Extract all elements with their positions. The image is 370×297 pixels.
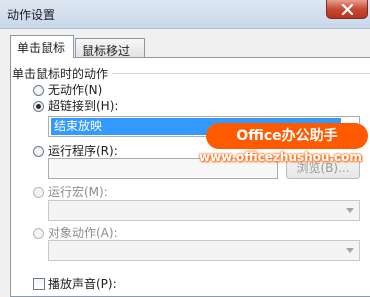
group-divider — [112, 73, 370, 74]
object-action-select[interactable] — [48, 240, 360, 261]
object-action-dropdown-arrow[interactable] — [343, 242, 358, 259]
tab-label: 单击鼠标 — [17, 41, 66, 55]
tab-mouse-over[interactable]: 鼠标移过 — [75, 38, 145, 58]
chevron-down-icon — [346, 208, 354, 213]
radio-object-action[interactable] — [33, 228, 44, 239]
run-macro-select[interactable] — [48, 200, 360, 221]
window-title: 动作设置 — [7, 8, 56, 22]
close-button[interactable] — [326, 0, 368, 19]
close-icon — [341, 4, 354, 15]
watermark-badge: Office办公助手 — [206, 123, 368, 149]
run-macro-dropdown-arrow[interactable] — [343, 202, 358, 219]
radio-run-program[interactable] — [33, 146, 44, 157]
radio-no-action-label: 无动作(N) — [48, 83, 103, 97]
play-sound-checkbox[interactable] — [33, 278, 45, 290]
radio-hyperlink[interactable] — [33, 101, 44, 112]
radio-hyperlink-label: 超链接到(H): — [48, 99, 119, 113]
tab-label: 鼠标移过 — [82, 44, 131, 58]
watermark-url: www.officezhushou.com — [199, 150, 362, 164]
radio-no-action[interactable] — [33, 85, 44, 96]
tab-click-mouse[interactable]: 单击鼠标 — [10, 35, 74, 58]
radio-object-action-label: 对象动作(A): — [48, 226, 118, 240]
group-title: 单击鼠标时的动作 — [12, 67, 109, 81]
title-bar: 动作设置 — [0, 0, 370, 29]
play-sound-label: 播放声音(P): — [48, 277, 117, 291]
radio-run-macro-label: 运行宏(M): — [48, 185, 108, 199]
chevron-down-icon — [346, 248, 354, 253]
radio-run-program-label: 运行程序(R): — [48, 144, 118, 158]
radio-run-macro[interactable] — [33, 187, 44, 198]
